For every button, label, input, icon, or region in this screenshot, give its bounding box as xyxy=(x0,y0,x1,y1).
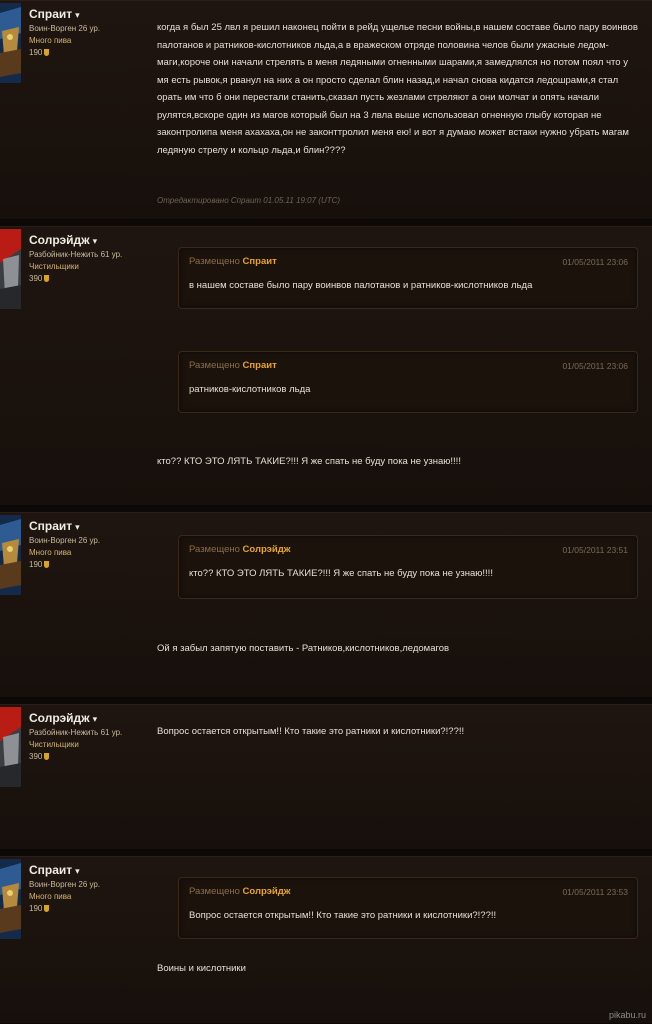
quote-header: Размещено Спраит xyxy=(189,256,277,267)
author-name[interactable]: Солрэйдж ▾ xyxy=(29,233,97,247)
chevron-down-icon[interactable]: ▾ xyxy=(75,522,80,532)
quote-text: ратников-кислотников льда xyxy=(189,384,311,395)
author-class: Воин-Ворген 26 ур. xyxy=(29,536,101,545)
avatar[interactable] xyxy=(0,3,21,83)
author-name[interactable]: Спраит ▾ xyxy=(29,519,80,533)
post-text: когда я был 25 лвл я решил наконец пойти… xyxy=(157,22,638,156)
quote-date: 01/05/2011 23:06 xyxy=(562,361,628,371)
quote-header: Размещено Солрэйдж xyxy=(189,886,291,897)
forum-post: Солрэйдж ▾ Разбойник-Нежить 61 ур. Чистил… xyxy=(0,226,652,506)
quote-author[interactable]: Солрэйдж xyxy=(243,544,291,555)
site-watermark: pikabu.ru xyxy=(608,1010,646,1020)
post-text: кто?? КТО ЭТО ЛЯТЬ ТАКИЕ?!!! Я же спать … xyxy=(157,456,461,467)
quote-author[interactable]: Спраит xyxy=(243,360,277,371)
author-name[interactable]: Солрэйдж ▾ xyxy=(29,711,97,725)
quote-text: в нашем составе было пару воинвов палота… xyxy=(189,280,533,291)
chevron-down-icon[interactable]: ▾ xyxy=(93,714,98,724)
chevron-down-icon[interactable]: ▾ xyxy=(75,10,80,20)
achievement-points: 190 xyxy=(29,47,129,59)
author-info: Воин-Ворген 26 ур. Много пива 190 xyxy=(29,535,129,571)
chevron-down-icon[interactable]: ▾ xyxy=(75,866,80,876)
quote-text: кто?? КТО ЭТО ЛЯТЬ ТАКИЕ?!!! Я же спать … xyxy=(189,568,493,579)
achievement-points: 390 xyxy=(29,273,129,285)
forum-post: Спраит ▾ Воин-Ворген 26 ур. Много пива 19… xyxy=(0,0,652,220)
shield-icon xyxy=(44,753,50,760)
author-name[interactable]: Спраит ▾ xyxy=(29,863,80,877)
avatar[interactable] xyxy=(0,229,21,309)
author-guild[interactable]: Много пива xyxy=(29,891,129,903)
author-name[interactable]: Спраит ▾ xyxy=(29,7,80,21)
author-guild[interactable]: Много пива xyxy=(29,547,129,559)
author-class: Воин-Ворген 26 ур. xyxy=(29,880,101,889)
achievement-points: 390 xyxy=(29,751,129,763)
avatar[interactable] xyxy=(0,707,21,787)
quote-date: 01/05/2011 23:53 xyxy=(562,887,628,897)
author-info: Разбойник-Нежить 61 ур. Чистильщики 390 xyxy=(29,727,129,763)
avatar[interactable] xyxy=(0,859,21,939)
shield-icon xyxy=(44,905,50,912)
edited-note: Отредактировано Спраит 01.05.11 19:07 (U… xyxy=(157,196,341,205)
forum-post: Спраит ▾ Воин-Ворген 26 ур. Много пива 19… xyxy=(0,512,652,698)
quote-author[interactable]: Солрэйдж xyxy=(243,886,291,897)
post-text: Вопрос остается открытым!! Кто такие это… xyxy=(157,726,465,737)
quote-date: 01/05/2011 23:06 xyxy=(562,257,628,267)
post-text: Ой я забыл запятую поставить - Ратников,… xyxy=(157,643,450,654)
quote-block: Размещено Солрэйдж 01/05/2011 23:51 кто?… xyxy=(178,535,638,599)
shield-icon xyxy=(44,561,50,568)
author-info: Разбойник-Нежить 61 ур. Чистильщики 390 xyxy=(29,249,129,285)
quote-header: Размещено Спраит xyxy=(189,360,277,371)
quote-block: Размещено Спраит 01/05/2011 23:06 в наше… xyxy=(178,247,638,309)
post-text: Воины и кислотники xyxy=(157,963,246,974)
forum-post: Спраит ▾ Воин-Ворген 26 ур. Много пива 19… xyxy=(0,856,652,1024)
achievement-points: 190 xyxy=(29,559,129,571)
quote-author[interactable]: Спраит xyxy=(243,256,277,267)
author-guild[interactable]: Много пива xyxy=(29,35,129,47)
quote-block: Размещено Спраит 01/05/2011 23:06 ратник… xyxy=(178,351,638,413)
author-class: Воин-Ворген 26 ур. xyxy=(29,24,101,33)
author-class: Разбойник-Нежить 61 ур. xyxy=(29,728,123,737)
quote-header: Размещено Солрэйдж xyxy=(189,544,291,555)
author-info: Воин-Ворген 26 ур. Много пива 190 xyxy=(29,879,129,915)
quote-text: Вопрос остается открытым!! Кто такие это… xyxy=(189,910,497,921)
author-guild[interactable]: Чистильщики xyxy=(29,261,129,273)
forum-post: Солрэйдж ▾ Разбойник-Нежить 61 ур. Чистил… xyxy=(0,704,652,850)
shield-icon xyxy=(44,275,50,282)
quote-date: 01/05/2011 23:51 xyxy=(562,545,628,555)
author-class: Разбойник-Нежить 61 ур. xyxy=(29,250,123,259)
author-guild[interactable]: Чистильщики xyxy=(29,739,129,751)
shield-icon xyxy=(44,49,50,56)
avatar[interactable] xyxy=(0,515,21,595)
achievement-points: 190 xyxy=(29,903,129,915)
quote-block: Размещено Солрэйдж 01/05/2011 23:53 Вопр… xyxy=(178,877,638,939)
chevron-down-icon[interactable]: ▾ xyxy=(93,236,98,246)
author-info: Воин-Ворген 26 ур. Много пива 190 xyxy=(29,23,129,59)
